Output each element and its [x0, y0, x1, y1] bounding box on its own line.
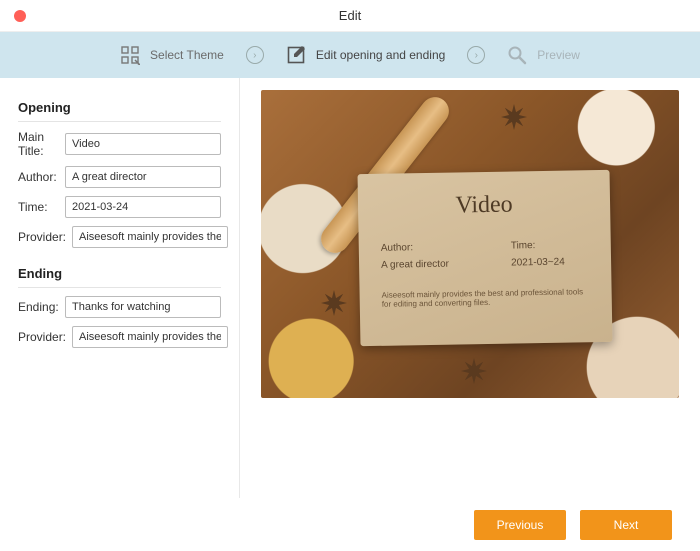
preview-author-label: Author: [381, 241, 511, 254]
step-label: Edit opening and ending [316, 48, 445, 62]
previous-button[interactable]: Previous [474, 510, 566, 540]
label-ending: Ending: [18, 300, 59, 314]
step-select-theme[interactable]: Select Theme [120, 45, 224, 65]
field-time: Time: [18, 196, 221, 218]
star-anise-decor [321, 290, 347, 316]
footer-bar: Previous Next [0, 498, 700, 551]
label-main-title: Main Title: [18, 130, 59, 158]
step-label: Preview [537, 48, 580, 62]
input-author[interactable] [65, 166, 221, 188]
close-icon[interactable] [14, 10, 26, 22]
input-main-title[interactable] [65, 133, 221, 155]
edit-icon [286, 45, 306, 65]
preview-pane: Video Author: Time: A great director 202… [240, 78, 700, 498]
field-provider-ending: Provider: [18, 326, 221, 348]
preview-frame: Video Author: Time: A great director 202… [261, 90, 679, 398]
label-time: Time: [18, 200, 59, 214]
label-author: Author: [18, 170, 59, 184]
sidebar-form: Opening Main Title: Author: Time: Provid… [0, 78, 240, 498]
titlebar: Edit [0, 0, 700, 32]
star-anise-decor [501, 104, 527, 130]
field-ending: Ending: [18, 296, 221, 318]
step-preview[interactable]: Preview [507, 45, 580, 65]
preview-time-label: Time: [511, 240, 536, 251]
preview-card: Video Author: Time: A great director 202… [358, 170, 613, 346]
label-provider: Provider: [18, 330, 66, 344]
step-edit-opening-ending[interactable]: Edit opening and ending [286, 45, 445, 65]
stepper-bar: Select Theme › Edit opening and ending ›… [0, 32, 700, 78]
field-author: Author: [18, 166, 221, 188]
input-provider-opening[interactable] [72, 226, 228, 248]
label-provider: Provider: [18, 230, 66, 244]
star-anise-decor [461, 358, 487, 384]
chevron-right-icon: › [467, 46, 485, 64]
theme-grid-icon [120, 45, 140, 65]
input-provider-ending[interactable] [72, 326, 228, 348]
input-ending[interactable] [65, 296, 221, 318]
preview-title: Video [380, 190, 588, 221]
preview-time-value: 2021-03~24 [511, 257, 565, 269]
opening-heading: Opening [18, 92, 221, 122]
search-icon [507, 45, 527, 65]
content-area: Opening Main Title: Author: Time: Provid… [0, 78, 700, 498]
input-time[interactable] [65, 196, 221, 218]
preview-author-value: A great director [381, 258, 511, 271]
next-button[interactable]: Next [580, 510, 672, 540]
preview-footer-text: Aiseesoft mainly provides the best and p… [382, 287, 590, 309]
chevron-right-icon: › [246, 46, 264, 64]
ending-heading: Ending [18, 258, 221, 288]
field-main-title: Main Title: [18, 130, 221, 158]
field-provider-opening: Provider: [18, 226, 221, 248]
step-label: Select Theme [150, 48, 224, 62]
window-title: Edit [0, 8, 700, 23]
